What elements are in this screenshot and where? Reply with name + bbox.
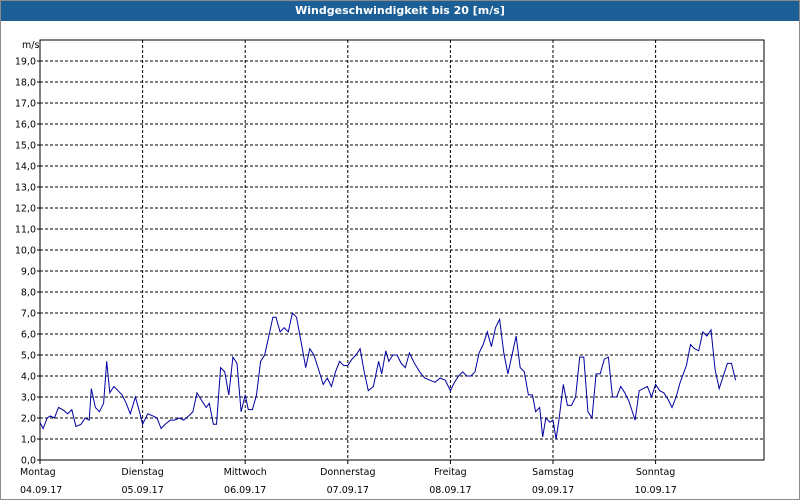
- x-tick-day-label: Mittwoch: [224, 467, 267, 478]
- x-tick-day-label: Montag: [20, 467, 56, 478]
- y-tick-label: 3,0: [21, 393, 36, 404]
- y-axis-ticks: 0,0 1,0 2,0 3,0 4,0 5,0 6,0 7,0 8,0 9,0 10,0 11,0 12…: [15, 57, 40, 467]
- y-tick-label: 9,0: [21, 267, 36, 278]
- x-tick-day-label: Samstag: [532, 467, 574, 478]
- x-tick-date-label: 09.09.17: [532, 485, 574, 496]
- x-tick-date-label: 08.09.17: [429, 485, 471, 496]
- y-tick-label: 18,0: [15, 78, 36, 89]
- y-tick-label: 10,0: [15, 246, 36, 257]
- y-axis-unit-label: m/s: [22, 40, 39, 51]
- y-tick-label: 14,0: [15, 162, 36, 173]
- y-tick-label: 1,0: [21, 435, 36, 446]
- y-tick-label: 13,0: [15, 183, 36, 194]
- grid-lines: [40, 40, 764, 460]
- y-tick-label: 11,0: [15, 225, 36, 236]
- x-tick-date-label: 10.09.17: [634, 485, 676, 496]
- y-tick-label: 0,0: [21, 456, 36, 467]
- x-tick-date-label: 07.09.17: [327, 485, 369, 496]
- y-tick-label: 5,0: [21, 351, 36, 362]
- y-tick-label: 16,0: [15, 120, 36, 131]
- y-tick-label: 19,0: [15, 57, 36, 68]
- y-tick-label: 8,0: [21, 288, 36, 299]
- x-tick-date-label: 04.09.17: [20, 485, 62, 496]
- x-tick-date-label: 06.09.17: [224, 485, 266, 496]
- y-tick-label: 6,0: [21, 330, 36, 341]
- x-tick-day-label: Dienstag: [121, 467, 163, 478]
- y-tick-label: 2,0: [21, 414, 36, 425]
- y-tick-label: 4,0: [21, 372, 36, 383]
- x-tick-day-label: Freitag: [434, 467, 467, 478]
- x-tick-date-label: 05.09.17: [121, 485, 163, 496]
- y-tick-label: 7,0: [21, 309, 36, 320]
- y-tick-label: 15,0: [15, 141, 36, 152]
- x-tick-day-label: Donnerstag: [320, 467, 375, 478]
- x-axis-ticks: Montag 04.09.17 Dienstag 05.09.17 Mittwoch 06…: [20, 460, 677, 496]
- wind-speed-chart: 0,0 1,0 2,0 3,0 4,0 5,0 6,0 7,0 8,0 9,0 10,0 11,0 12…: [15, 39, 765, 496]
- y-tick-label: 12,0: [15, 204, 36, 215]
- y-tick-label: 17,0: [15, 99, 36, 110]
- x-tick-day-label: Sonntag: [636, 467, 675, 478]
